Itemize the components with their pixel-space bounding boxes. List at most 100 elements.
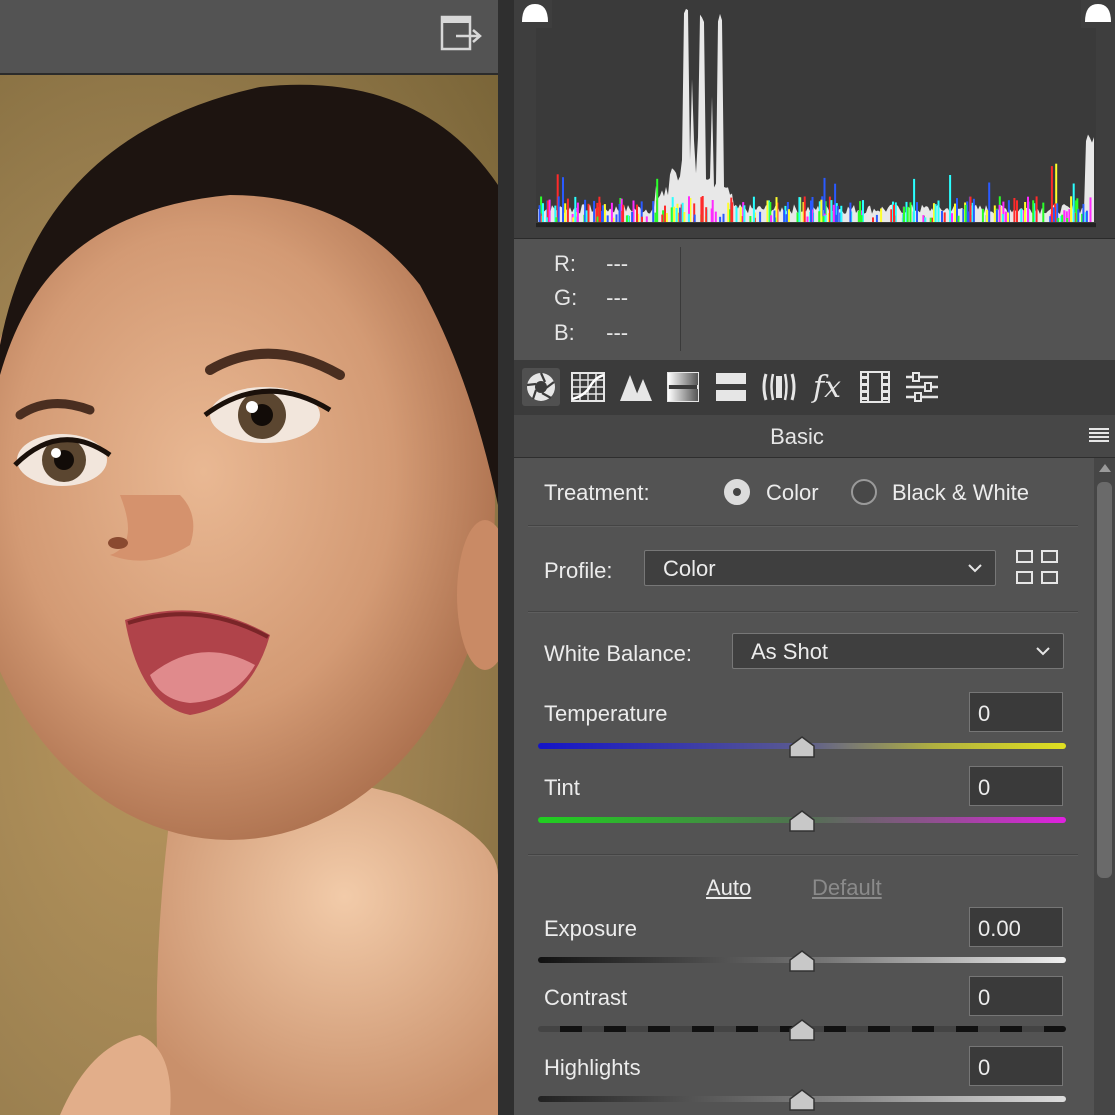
scroll-up-arrow-icon[interactable] — [1099, 464, 1111, 472]
shadow-clipping-warning-icon[interactable] — [518, 0, 552, 28]
histogram-channel-bar — [962, 209, 965, 222]
histogram-channel-bar — [1001, 214, 1004, 222]
histogram-channel-bar — [1020, 208, 1023, 222]
histogram-channel-bar — [773, 210, 776, 222]
histogram-channel-bar — [916, 202, 918, 222]
contrast-label: Contrast — [544, 985, 628, 1010]
histogram-channel-bar — [557, 196, 560, 222]
histogram-channel-bar — [1023, 213, 1026, 222]
temperature-label: Temperature — [544, 701, 668, 726]
histogram-channel-bar — [857, 211, 860, 222]
treatment-bw-radio[interactable] — [851, 479, 877, 505]
histogram-channel-bar — [562, 177, 564, 222]
histogram-channel-bar — [1042, 202, 1045, 222]
histogram-channel-bar — [645, 216, 648, 222]
toggle-full-screen-icon[interactable] — [440, 14, 482, 52]
exposure-input[interactable]: 0.00 — [969, 907, 1063, 947]
histogram-channel-bar — [622, 204, 625, 222]
histogram-channel-bar — [1085, 210, 1088, 222]
profile-dropdown[interactable]: Color — [644, 550, 996, 586]
histogram-channel-bar — [673, 206, 676, 222]
highlights-input[interactable]: 0 — [969, 1046, 1063, 1086]
histogram-channel-bar — [988, 182, 991, 222]
histogram-channel-bar — [714, 211, 717, 222]
highlights-slider-thumb[interactable] — [788, 1089, 816, 1111]
panel-divider[interactable] — [498, 0, 514, 1115]
auto-button[interactable]: Auto — [706, 875, 751, 901]
split-toning-icon[interactable] — [712, 368, 750, 406]
temperature-input[interactable]: 0 — [969, 692, 1063, 732]
profile-browser-grid-icon[interactable] — [1014, 548, 1060, 588]
contrast-slider-thumb[interactable] — [788, 1019, 816, 1041]
histogram-channel-bar — [1050, 166, 1053, 222]
treatment-label: Treatment: — [544, 480, 650, 505]
histogram-channel-bar — [1063, 210, 1066, 222]
tint-value: 0 — [978, 775, 991, 800]
histogram-channel-bar — [683, 212, 686, 222]
histogram-channel-bar — [783, 209, 786, 222]
tint-label: Tint — [544, 775, 580, 800]
presets-sliders-icon[interactable] — [903, 368, 941, 406]
histogram-channel-bar — [1057, 217, 1060, 222]
histogram-channel-bar — [924, 217, 927, 222]
section-divider — [528, 525, 1078, 527]
histogram-channel-bar — [687, 213, 690, 222]
contrast-input[interactable]: 0 — [969, 976, 1063, 1016]
histogram-channel-bar — [1004, 211, 1007, 222]
histogram-channel-bar — [766, 200, 769, 222]
histogram-channel-bar — [675, 208, 678, 222]
histogram-channel-bar — [576, 202, 579, 222]
highlight-clipping-warning-icon[interactable] — [1081, 0, 1115, 28]
treatment-bw-label[interactable]: Black & White — [892, 480, 1029, 506]
histogram-channel-bar — [710, 208, 713, 222]
calibration-film-icon[interactable] — [856, 368, 894, 406]
histogram-channel-bar — [951, 213, 953, 222]
temperature-value: 0 — [978, 701, 991, 726]
highlights-value: 0 — [978, 1055, 991, 1080]
temperature-slider-thumb[interactable] — [788, 736, 816, 758]
histogram-channel-bar — [770, 215, 773, 222]
detail-triangles-icon[interactable] — [617, 368, 655, 406]
histogram-channel-bar — [652, 201, 655, 222]
default-button[interactable]: Default — [812, 875, 882, 901]
panel-tabs: fx — [514, 360, 1115, 415]
histogram-channel-bar — [957, 215, 960, 222]
b-label: B: — [554, 320, 575, 345]
panel-scrollbar[interactable] — [1094, 458, 1115, 1115]
white-balance-dropdown[interactable]: As Shot — [732, 633, 1064, 669]
histogram-channel-bar — [981, 208, 984, 222]
b-value: --- — [606, 320, 629, 345]
histogram-channel-bar — [641, 216, 643, 222]
profile-value: Color — [663, 556, 716, 581]
aperture-icon[interactable] — [522, 368, 560, 406]
histogram-channel-bar — [542, 204, 544, 222]
rgb-readout: R: --- G: --- B: --- — [514, 239, 1115, 359]
lens-corrections-icon[interactable] — [760, 368, 798, 406]
histogram-channel-bar — [1077, 209, 1080, 222]
panel-title: Basic — [770, 424, 824, 449]
r-readout: R: --- — [554, 251, 628, 277]
effects-fx-icon[interactable]: fx — [808, 368, 846, 406]
treatment-color-radio[interactable] — [724, 479, 750, 505]
hsl-bars-icon[interactable] — [664, 368, 702, 406]
histogram-channel-bar — [722, 213, 725, 222]
white-balance-label: White Balance: — [544, 641, 692, 666]
tone-curve-grid-icon[interactable] — [569, 368, 607, 406]
histogram-channel-bar — [943, 212, 946, 222]
histogram-channel-bar — [903, 206, 905, 222]
histogram-channel-bar — [587, 203, 590, 222]
histogram-channel-bar — [719, 216, 722, 222]
g-readout: G: --- — [554, 285, 628, 311]
histogram-channel-bar — [806, 216, 809, 222]
tint-slider-thumb[interactable] — [788, 810, 816, 832]
histogram-channel-bar — [1049, 216, 1052, 222]
histogram-channel-bar — [796, 212, 799, 222]
histogram-channel-bar — [705, 207, 708, 222]
panel-menu-icon[interactable] — [1089, 427, 1109, 443]
scrollbar-thumb[interactable] — [1097, 482, 1112, 878]
tint-input[interactable]: 0 — [969, 766, 1063, 806]
exposure-slider-thumb[interactable] — [788, 950, 816, 972]
treatment-color-label[interactable]: Color — [766, 480, 819, 506]
histogram-channel-bar — [922, 215, 925, 222]
histogram-channel-bar — [860, 215, 863, 222]
